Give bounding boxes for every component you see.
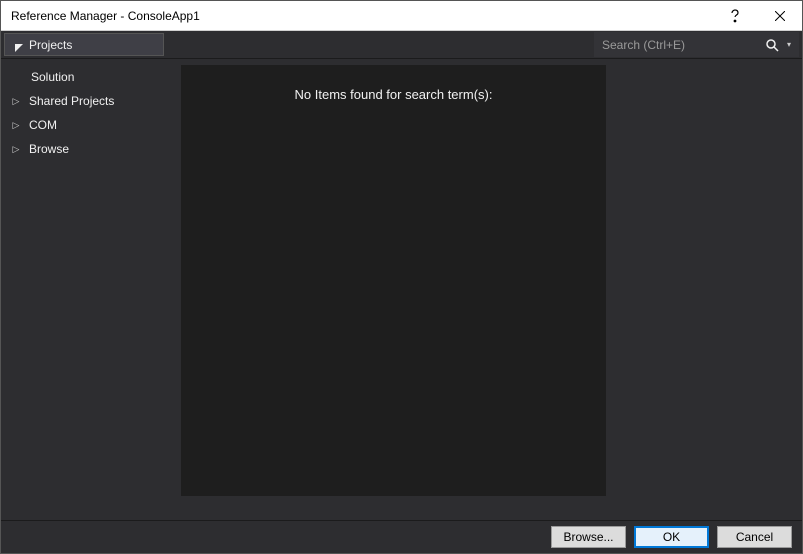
ok-button[interactable]: OK	[634, 526, 709, 548]
toolbar: Projects ▾	[1, 31, 802, 59]
sidebar-item-label: Shared Projects	[29, 94, 114, 108]
browse-button[interactable]: Browse...	[551, 526, 626, 548]
chevron-right-icon: ▷	[11, 120, 21, 131]
sidebar-item-label: Solution	[31, 70, 74, 84]
title-bar: Reference Manager - ConsoleApp1	[1, 1, 802, 31]
sidebar-item-browse[interactable]: ▷ Browse	[1, 137, 181, 161]
window-title: Reference Manager - ConsoleApp1	[1, 9, 712, 23]
sidebar-item-label: Browse	[29, 142, 69, 156]
help-button[interactable]	[712, 1, 757, 31]
sidebar-item-label: COM	[29, 118, 57, 132]
dialog-footer: Browse... OK Cancel	[1, 520, 802, 553]
search-input[interactable]	[602, 38, 757, 52]
search-icon[interactable]	[765, 38, 779, 52]
reference-manager-dialog: Reference Manager - ConsoleApp1 Projects	[0, 0, 803, 554]
chevron-right-icon: ▷	[11, 144, 21, 155]
dialog-body: Solution ▷ Shared Projects ▷ COM ▷ Brows…	[1, 59, 802, 520]
sidebar-item-com[interactable]: ▷ COM	[1, 113, 181, 137]
cancel-button[interactable]: Cancel	[717, 526, 792, 548]
sidebar-item-shared-projects[interactable]: ▷ Shared Projects	[1, 89, 181, 113]
sidebar: Solution ▷ Shared Projects ▷ COM ▷ Brows…	[1, 59, 181, 520]
empty-message: No Items found for search term(s):	[295, 87, 493, 496]
details-pane	[606, 59, 802, 520]
search-box[interactable]: ▾	[594, 32, 799, 57]
results-pane: No Items found for search term(s):	[181, 65, 606, 496]
search-dropdown-icon[interactable]: ▾	[787, 40, 791, 49]
chevron-right-icon: ▷	[11, 96, 21, 107]
tab-projects[interactable]: Projects	[4, 33, 164, 56]
sidebar-item-solution[interactable]: Solution	[1, 65, 181, 89]
chevron-down-icon	[15, 41, 23, 49]
tab-label: Projects	[29, 38, 72, 52]
close-button[interactable]	[757, 1, 802, 31]
